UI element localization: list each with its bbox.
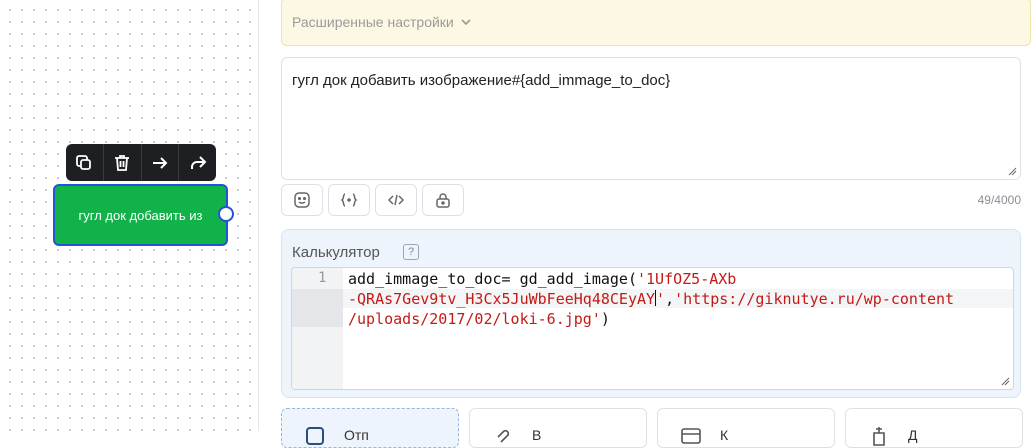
code-content: add_immage_to_doc= gd_add_image('1UfOZ5-…: [348, 269, 954, 329]
emoji-icon: [294, 192, 310, 208]
block-type-label: Отп: [344, 427, 369, 443]
lock-button[interactable]: [422, 184, 464, 216]
attachment-icon: [497, 429, 510, 443]
active-line-gutter: [292, 289, 343, 327]
code-token: add_immage_to_doc= gd_add_image(: [348, 270, 637, 288]
duplicate-node-button[interactable]: [66, 144, 104, 181]
block-type-label: Д: [908, 427, 918, 443]
block-type-row: Отп В К Д: [281, 408, 1023, 448]
code-string: /uploads/2017/02/loki-6.jpg': [348, 310, 601, 328]
advanced-settings-toggle[interactable]: Расширенные настройки: [281, 0, 1031, 46]
lock-icon: [436, 193, 450, 208]
code-editor[interactable]: 1 add_immage_to_doc= gd_add_image('1UfOZ…: [291, 267, 1014, 390]
node-label: гугл док добавить из: [78, 207, 203, 223]
block-type-card[interactable]: В: [469, 408, 647, 448]
emoji-button[interactable]: [281, 184, 323, 216]
insert-variable-button[interactable]: [328, 184, 370, 216]
trash-icon: [115, 154, 130, 171]
code-string: -QRAs7Gev9tv_H3Cx5JuWbFeeHq48CEyAY: [348, 290, 656, 308]
block-type-card[interactable]: К: [657, 408, 835, 448]
connect-node-button[interactable]: [142, 144, 180, 181]
chevron-down-icon: [461, 19, 471, 26]
keyboard-icon: [681, 428, 701, 444]
message-tools: [281, 184, 464, 216]
code-icon: [387, 194, 405, 206]
code-string: 'https://giknutye.ru/wp-content: [674, 290, 955, 308]
calculator-section: Калькулятор ? 1 add_immage_to_doc= gd_ad…: [281, 229, 1021, 398]
arrow-right-icon: [152, 156, 168, 169]
message-icon: [306, 427, 324, 445]
action-icon: [873, 427, 885, 446]
block-type-card[interactable]: Отп: [281, 408, 459, 448]
flow-node[interactable]: гугл док добавить из: [53, 184, 228, 246]
code-string: '1UfOZ5-AXb: [636, 270, 737, 288]
code-token: ): [600, 310, 610, 328]
copy-icon: [76, 154, 92, 170]
variable-braces-icon: [340, 193, 358, 207]
resize-grip-icon[interactable]: [1008, 167, 1017, 176]
insert-code-button[interactable]: [375, 184, 417, 216]
share-icon: [190, 155, 207, 169]
resize-grip-icon[interactable]: [1001, 377, 1010, 386]
character-counter: 49/4000: [977, 193, 1021, 207]
line-number: 1: [318, 270, 327, 286]
share-node-button[interactable]: [179, 144, 216, 181]
block-type-label: К: [720, 427, 729, 443]
code-token: ,: [665, 290, 675, 308]
block-type-card[interactable]: Д: [845, 408, 1023, 448]
code-string: ': [656, 290, 666, 308]
calculator-label: Калькулятор: [292, 244, 380, 261]
node-output-port[interactable]: [218, 206, 234, 222]
message-textarea[interactable]: гугл док добавить изображение#{add_immag…: [281, 57, 1021, 180]
editor-gutter: [292, 268, 343, 389]
message-text: гугл док добавить изображение#{add_immag…: [292, 72, 671, 89]
block-type-label: В: [532, 427, 542, 443]
advanced-settings-label: Расширенные настройки: [292, 14, 454, 30]
node-toolbar: [66, 144, 216, 181]
help-icon[interactable]: ?: [403, 244, 419, 260]
delete-node-button[interactable]: [104, 144, 142, 181]
